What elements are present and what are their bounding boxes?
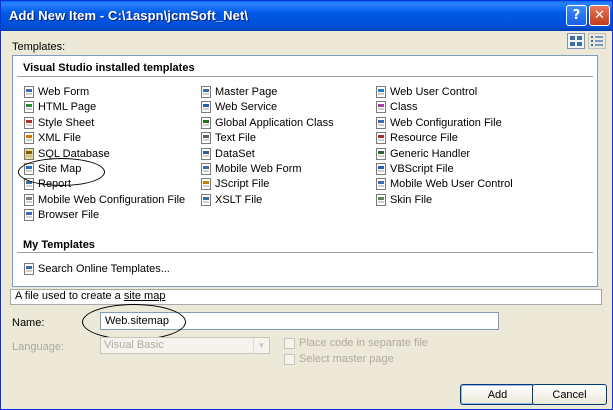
template-item-label: HTML Page [38, 101, 97, 114]
name-label: Name: [12, 317, 45, 329]
template-item-label: Web Form [38, 86, 90, 98]
template-item-label: JScript File [215, 178, 270, 191]
template-item-label: VBScript File [390, 163, 454, 175]
add-new-item-dialog: Add New Item - C:\1aspn\jcmSoft_Net\ ? ✕… [0, 0, 613, 410]
browser-file-icon [24, 209, 34, 222]
place-code-checkbox[interactable] [284, 338, 295, 349]
template-item-label: Master Page [215, 86, 278, 98]
xslt-file-icon [201, 193, 211, 206]
large-icons-view-button[interactable] [567, 33, 585, 49]
search-online-icon [24, 263, 34, 275]
help-icon: ? [572, 8, 581, 23]
templates-list[interactable]: Visual Studio installed templates Web Fo… [12, 55, 598, 287]
mobile-config-icon [24, 193, 34, 206]
mobile-web-form-icon [201, 163, 211, 175]
site-map-link: site map [123, 290, 166, 302]
dataset-icon [201, 147, 211, 160]
template-item-label: XML File [38, 132, 81, 145]
generic-handler-icon [376, 147, 386, 160]
dropdown-arrow-icon: ▼ [253, 338, 269, 353]
vbscript-file-icon [376, 163, 386, 175]
installed-templates-header: Visual Studio installed templates [23, 62, 195, 74]
template-item-label: Style Sheet [38, 116, 95, 129]
template-item-label: Generic Handler [390, 147, 471, 160]
close-icon: ✕ [594, 8, 605, 23]
select-master-label: Select master page [299, 353, 394, 365]
template-item-label: XSLT File [215, 193, 263, 206]
template-item-label: Mobile Web Form [215, 163, 302, 175]
template-item-label: Web Configuration File [390, 116, 502, 129]
class-icon [376, 101, 386, 114]
template-item-label: Mobile Web User Control [390, 178, 513, 191]
site-map-highlight-ellipse [18, 158, 105, 186]
cancel-button[interactable]: Cancel [532, 384, 607, 405]
template-item-label: Web User Control [390, 86, 478, 98]
master-page-icon [201, 86, 211, 98]
resource-file-icon [376, 132, 386, 145]
global-app-icon [201, 116, 211, 129]
template-item-label: Class [390, 101, 418, 114]
close-button[interactable]: ✕ [589, 5, 610, 26]
my-templates-header: My Templates [23, 239, 95, 251]
html-page-icon [24, 101, 34, 114]
template-item-label: Global Application Class [215, 116, 334, 129]
dialog-title: Add New Item - C:\1aspn\jcmSoft_Net\ [9, 8, 249, 23]
template-item-label: Mobile Web Configuration File [38, 193, 186, 206]
template-item-label: Browser File [38, 209, 100, 222]
language-value: Visual Basic [104, 339, 164, 351]
web-config-icon [376, 116, 386, 129]
text-file-icon [201, 132, 211, 145]
my-templates-divider [17, 252, 593, 253]
select-master-checkbox[interactable] [284, 354, 295, 365]
template-item-label: Web Service [215, 101, 278, 114]
large-icons-icon [570, 36, 582, 46]
installed-templates-divider [17, 76, 593, 77]
web-user-control-icon [376, 86, 386, 98]
title-bar[interactable]: Add New Item - C:\1aspn\jcmSoft_Net\ ? ✕ [1, 1, 612, 31]
name-highlight-ellipse [82, 304, 186, 340]
xml-file-icon [24, 132, 34, 145]
template-item-label: Text File [215, 132, 256, 145]
small-icons-icon [591, 36, 603, 46]
style-sheet-icon [24, 116, 34, 129]
template-item-label: DataSet [215, 147, 255, 160]
help-button[interactable]: ? [566, 5, 587, 26]
sql-database-icon [24, 147, 34, 160]
template-item-label: Resource File [390, 132, 458, 145]
language-label: Language: [12, 341, 64, 353]
mobile-user-control-icon [376, 178, 386, 191]
add-button[interactable]: Add [460, 384, 535, 405]
template-item-label: Search Online Templates... [38, 263, 170, 275]
small-icons-view-button[interactable] [588, 33, 606, 49]
jscript-file-icon [201, 178, 211, 191]
template-description: A file used to create a site map [10, 289, 602, 305]
template-item-label: Skin File [390, 193, 433, 206]
place-code-label: Place code in separate file [299, 337, 429, 349]
web-service-icon [201, 101, 211, 114]
web-form-icon [24, 86, 34, 98]
skin-file-icon [376, 193, 386, 206]
templates-label: Templates: [12, 41, 66, 53]
language-select[interactable]: Visual Basic ▼ [100, 337, 270, 354]
